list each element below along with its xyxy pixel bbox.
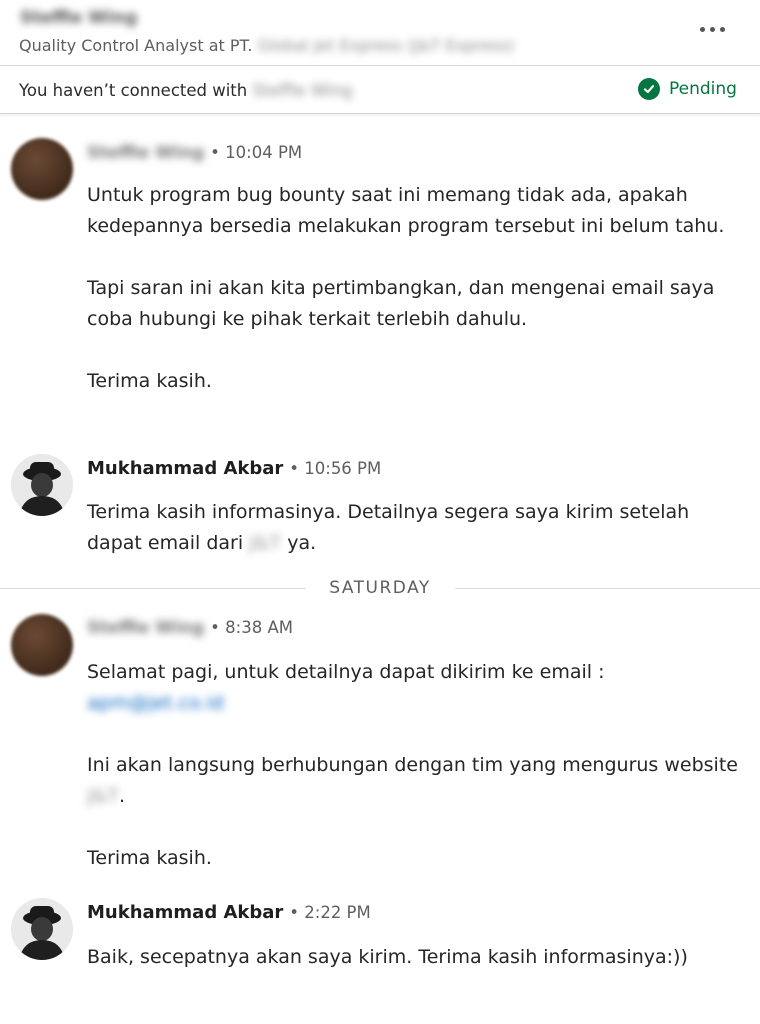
connection-name: Steffie Wing xyxy=(252,81,353,100)
message-time: • 8:38 AM xyxy=(210,618,293,637)
contact-name[interactable]: Steffie Wing xyxy=(20,8,137,28)
message-paragraph: Selamat pagi, untuk detailnya dapat diki… xyxy=(87,661,605,683)
message-text: . xyxy=(119,785,126,807)
connection-text: You haven’t connected with Steffie Wing xyxy=(19,81,352,100)
sender-name[interactable]: Mukhammad Akbar xyxy=(87,458,283,479)
message-body: Baik, secepatnya akan saya kirim. Terima… xyxy=(87,942,747,973)
message-meta: Mukhammad Akbar • 2:22 PM xyxy=(87,902,371,923)
headline-title: Quality Control Analyst xyxy=(19,36,204,55)
check-circle-icon xyxy=(638,78,660,100)
message-meta: Steffie Wing • 8:38 AM xyxy=(87,618,293,638)
message-meta: Mukhammad Akbar • 10:56 PM xyxy=(87,458,381,479)
headline-at: at PT. xyxy=(208,36,253,55)
pending-status[interactable]: Pending xyxy=(638,78,737,100)
message-paragraph: Untuk program bug bounty saat ini memang… xyxy=(87,184,725,237)
message-text: ya. xyxy=(287,532,317,554)
connection-status-bar: You haven’t connected with Steffie Wing … xyxy=(0,66,760,114)
contact-headline: Quality Control Analyst at PT. Global Je… xyxy=(19,36,514,55)
headline-company: Global Jet Express (J&T Express) xyxy=(257,36,515,55)
sender-name[interactable]: Steffie Wing xyxy=(87,618,204,638)
message-paragraph: Terima kasih informasinya. Detailnya seg… xyxy=(87,497,747,559)
message-body: Terima kasih informasinya. Detailnya seg… xyxy=(87,497,747,559)
message-body: Selamat pagi, untuk detailnya dapat diki… xyxy=(87,657,747,874)
ellipsis-icon-dot xyxy=(719,26,725,32)
pending-label: Pending xyxy=(669,79,737,99)
conversation-header: Steffie Wing Quality Control Analyst at … xyxy=(0,0,760,66)
message-time: • 10:04 PM xyxy=(210,143,303,162)
message-text: Terima kasih informasinya. Detailnya seg… xyxy=(87,501,690,554)
day-divider-label: SATURDAY xyxy=(329,578,431,598)
redacted-text: J&T xyxy=(249,532,282,554)
day-divider: SATURDAY xyxy=(0,578,760,600)
message-time: • 10:56 PM xyxy=(289,459,382,478)
sender-name[interactable]: Mukhammad Akbar xyxy=(87,902,283,923)
message-paragraph: Terima kasih. xyxy=(87,370,212,392)
connection-text-prefix: You haven’t connected with xyxy=(19,81,248,100)
more-options-button[interactable] xyxy=(690,12,734,46)
ellipsis-icon-dot xyxy=(709,26,715,32)
message-paragraph: Tapi saran ini akan kita pertimbangkan, … xyxy=(87,277,715,330)
avatar[interactable] xyxy=(11,898,73,960)
avatar[interactable] xyxy=(11,454,73,516)
ellipsis-icon xyxy=(699,26,705,32)
message-text: Ini akan langsung berhubungan dengan tim… xyxy=(87,754,738,776)
message-paragraph: Terima kasih. xyxy=(87,847,212,869)
sender-name[interactable]: Steffie Wing xyxy=(87,143,204,163)
avatar[interactable] xyxy=(11,614,73,676)
message-time: • 2:22 PM xyxy=(289,903,371,922)
message-paragraph: Baik, secepatnya akan saya kirim. Terima… xyxy=(87,946,688,968)
message-paragraph: Ini akan langsung berhubungan dengan tim… xyxy=(87,750,747,812)
avatar[interactable] xyxy=(11,138,73,200)
email-link[interactable]: apm@jet.co.id xyxy=(87,688,224,719)
message-paragraph: apm@jet.co.id xyxy=(87,688,747,719)
message-body: Untuk program bug bounty saat ini memang… xyxy=(87,180,747,397)
redacted-text: J&T xyxy=(87,785,120,807)
message-meta: Steffie Wing • 10:04 PM xyxy=(87,143,302,163)
